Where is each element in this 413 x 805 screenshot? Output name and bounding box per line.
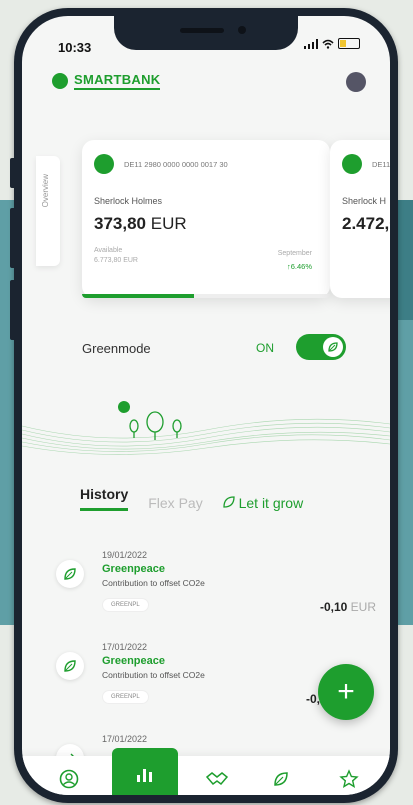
brand-name: SMARTBANK bbox=[74, 72, 161, 90]
history-tabs: History Flex Pay Let it grow bbox=[80, 486, 303, 511]
transaction-date: 17/01/2022 bbox=[102, 642, 148, 652]
account-card-secondary[interactable]: DE11 2 Sherlock H 2.472,0 bbox=[330, 140, 390, 298]
tab-history[interactable]: History bbox=[80, 486, 129, 511]
nav-stats[interactable] bbox=[112, 748, 178, 795]
card-bank-icon bbox=[94, 154, 114, 174]
status-time: 10:33 bbox=[58, 40, 92, 55]
transaction-description: Contribution to offset CO2e bbox=[102, 578, 205, 588]
transaction-tag: GREENPL bbox=[102, 690, 149, 704]
plant-icon bbox=[129, 411, 182, 440]
app-screen: 10:33 SMARTBANK Overview DE11 2980 0000 … bbox=[22, 16, 390, 795]
tab-flex-pay[interactable]: Flex Pay bbox=[148, 495, 202, 511]
leaf-icon bbox=[328, 342, 338, 352]
account-card[interactable]: DE11 2980 0000 0000 0017 30 Sherlock Hol… bbox=[82, 140, 330, 298]
brand-logo-icon bbox=[52, 73, 68, 89]
greenmode-state: ON bbox=[256, 341, 274, 355]
signal-icon bbox=[304, 38, 318, 49]
card-period-label: September bbox=[277, 250, 312, 257]
card-balance: 373,80 EUR bbox=[94, 214, 187, 233]
status-icons bbox=[304, 38, 360, 49]
volume-down-button bbox=[10, 280, 16, 340]
overview-tab-label: Overview bbox=[41, 174, 50, 208]
star-icon bbox=[339, 768, 359, 788]
card-progress-fill bbox=[82, 294, 194, 298]
wifi-icon bbox=[322, 39, 334, 49]
greenmode-label: Greenmode bbox=[82, 341, 151, 356]
leaf-icon bbox=[274, 771, 288, 786]
battery-icon bbox=[338, 38, 360, 49]
nav-leaf[interactable] bbox=[256, 756, 306, 795]
card-bank-icon bbox=[342, 154, 362, 174]
card-holder: Sherlock Holmes bbox=[94, 196, 163, 206]
card-iban: DE11 2 bbox=[372, 160, 390, 169]
leaf-icon bbox=[56, 560, 84, 588]
handshake-icon bbox=[206, 771, 228, 785]
card-holder: Sherlock H bbox=[342, 196, 387, 206]
transaction-name: Greenpeace bbox=[102, 655, 165, 667]
transaction-date: 17/01/2022 bbox=[102, 734, 148, 744]
toggle-knob bbox=[323, 337, 343, 357]
leaf-icon bbox=[223, 496, 235, 508]
card-change: ↑6.46% bbox=[286, 262, 312, 271]
nav-profile[interactable] bbox=[44, 756, 94, 795]
nav-handshake[interactable] bbox=[192, 756, 242, 795]
brand[interactable]: SMARTBANK bbox=[52, 72, 161, 90]
notch bbox=[114, 16, 298, 50]
transaction-name: Greenpeace bbox=[102, 563, 165, 575]
speaker bbox=[180, 28, 224, 33]
plant-dot bbox=[118, 401, 130, 413]
tab-let-it-grow[interactable]: Let it grow bbox=[223, 495, 303, 511]
overview-tab[interactable]: Overview bbox=[36, 156, 60, 266]
transaction-description: Contribution to offset CO2e bbox=[102, 670, 205, 680]
volume-up-button bbox=[10, 208, 16, 268]
transaction-date: 19/01/2022 bbox=[102, 550, 148, 560]
profile-icon bbox=[59, 769, 79, 788]
card-iban: DE11 2980 0000 0000 0017 30 bbox=[124, 160, 228, 169]
card-available: Available 6.773,80 EUR bbox=[94, 247, 138, 264]
green-waves-illustration bbox=[22, 401, 390, 455]
card-balance: 2.472,0 bbox=[342, 214, 390, 233]
bottom-nav bbox=[22, 748, 390, 795]
card-progress-bar bbox=[82, 294, 330, 298]
greenmode-toggle[interactable] bbox=[296, 334, 346, 360]
add-button[interactable]: + bbox=[318, 664, 374, 720]
transaction-tag: GREENPL bbox=[102, 598, 149, 612]
mute-switch bbox=[10, 158, 16, 188]
camera bbox=[238, 26, 246, 34]
leaf-icon bbox=[56, 652, 84, 680]
stats-icon bbox=[137, 768, 152, 782]
transaction-amount: -0,10 EUR bbox=[319, 600, 376, 614]
avatar[interactable] bbox=[346, 72, 366, 92]
nav-favorites[interactable] bbox=[324, 756, 374, 795]
